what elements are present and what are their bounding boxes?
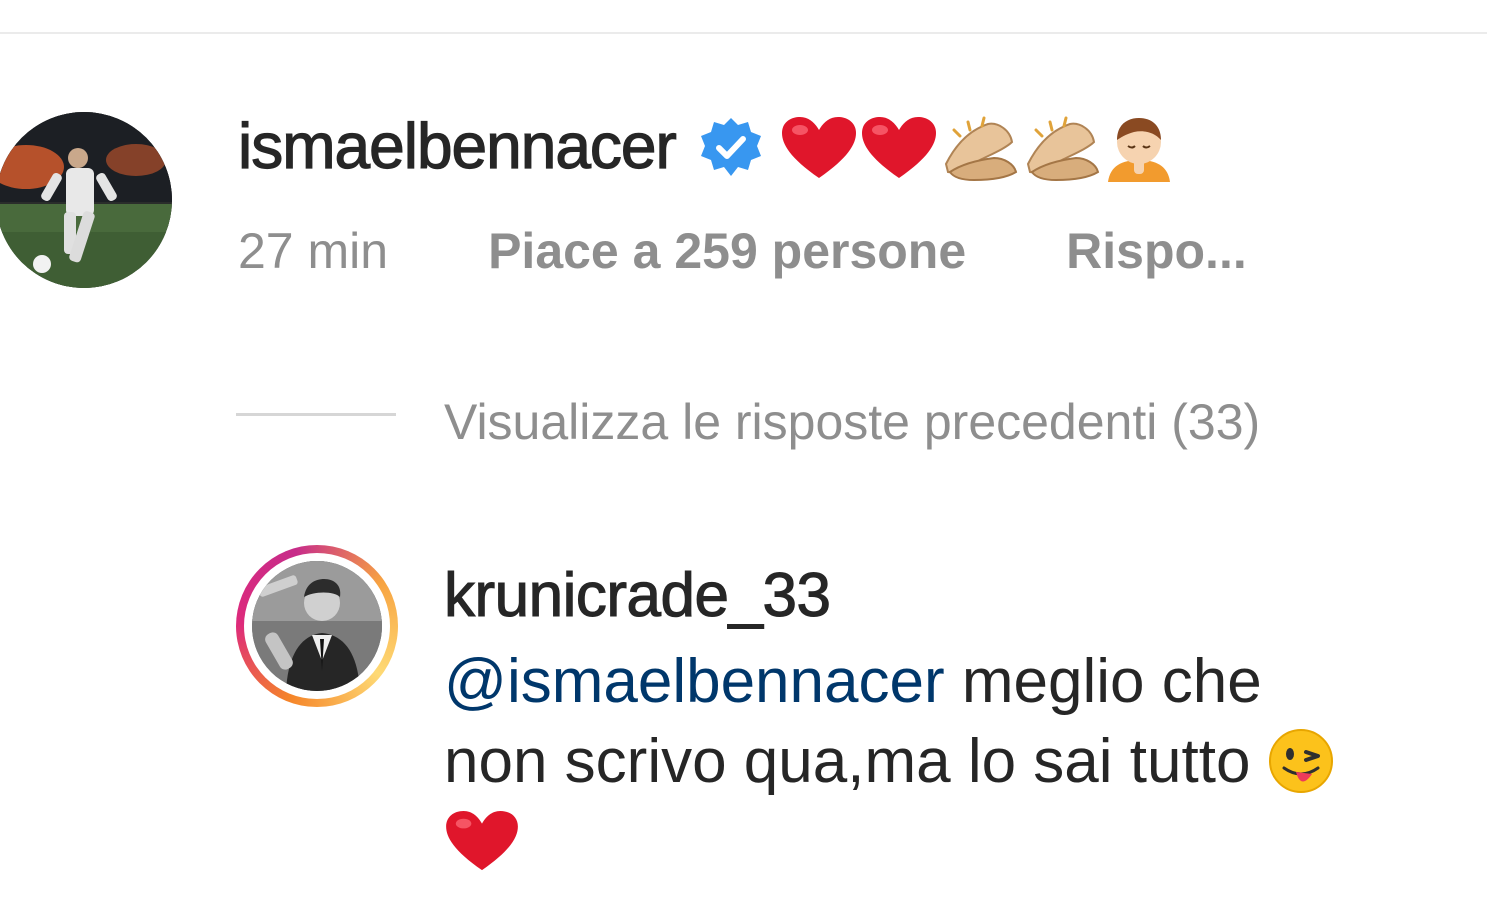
red-heart-icon (860, 116, 938, 182)
comment-emojis (780, 114, 1174, 184)
comment-likes-count[interactable]: Piace a 259 persone (488, 222, 966, 280)
red-heart-icon (444, 810, 520, 874)
reply-username[interactable]: krunicrade_33 (443, 560, 831, 631)
clapping-hands-icon (1022, 114, 1102, 184)
comment-username[interactable]: ismaelbennacer (237, 109, 677, 183)
reply-button[interactable]: Rispo... (1066, 222, 1247, 280)
red-heart-icon (780, 116, 858, 182)
avatar-ismaelbennacer[interactable] (0, 112, 172, 288)
avatar-krunicrade-story-ring[interactable] (236, 545, 398, 707)
reply-text: @ismaelbennacer meglio che non scrivo qu… (444, 642, 1454, 882)
comment-timestamp: 27 min (238, 223, 389, 279)
replies-divider (236, 413, 396, 416)
view-previous-replies-button[interactable]: Visualizza le risposte precedenti (33) (444, 390, 1260, 454)
avatar-krunicrade[interactable] (252, 561, 382, 691)
comment-header: ismaelbennacer (237, 106, 1174, 186)
person-bowing-icon (1104, 114, 1174, 184)
top-divider (0, 32, 1487, 34)
winking-face-tongue-icon (1268, 728, 1334, 794)
verified-badge-icon (698, 116, 764, 182)
clapping-hands-icon (940, 114, 1020, 184)
mention-link[interactable]: @ismaelbennacer (444, 647, 945, 716)
reply-text-line-2: non scrivo qua,ma lo sai tutto (444, 727, 1268, 796)
reply-text-line-1: meglio che (944, 647, 1262, 716)
comments-screen: ismaelbennacer 27 min Piace a 259 person… (0, 0, 1487, 900)
comment-meta: 27 min Piace a 259 persone Rispo... (238, 216, 1247, 286)
